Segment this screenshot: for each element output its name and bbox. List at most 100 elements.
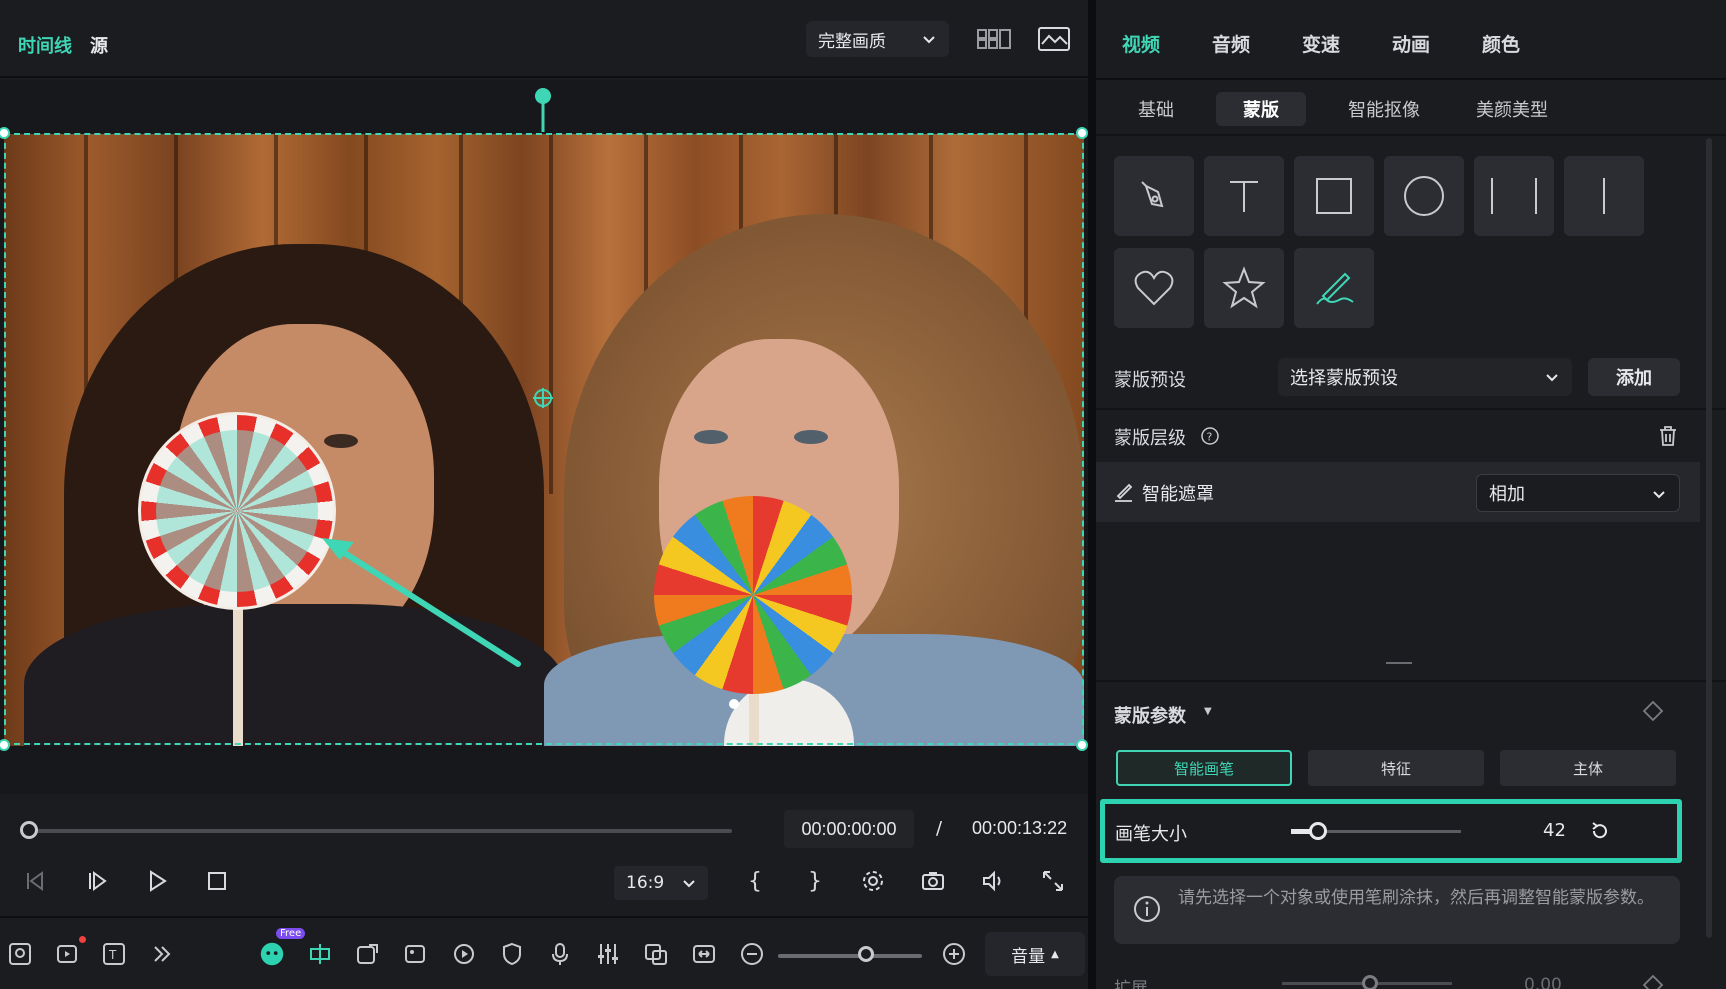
add-preset-button[interactable]: 添加 (1588, 358, 1680, 396)
circle-mask-button[interactable] (1384, 156, 1464, 236)
speaker-icon[interactable] (978, 866, 1008, 896)
settings-icon[interactable] (858, 866, 888, 896)
face-select-icon[interactable] (6, 940, 34, 968)
tab-source[interactable]: 源 (90, 32, 108, 58)
subtab-basic[interactable]: 基础 (1116, 92, 1196, 126)
tab-animation[interactable]: 动画 (1392, 30, 1430, 57)
text-icon (1230, 181, 1258, 212)
replace-clip-icon[interactable] (642, 940, 670, 968)
stop-icon[interactable] (202, 866, 232, 896)
aspect-ratio-dropdown[interactable]: 16:9 (614, 866, 708, 900)
tab-audio[interactable]: 音频 (1212, 30, 1250, 57)
zoom-out-icon[interactable] (738, 940, 766, 968)
trash-icon[interactable] (1656, 424, 1680, 448)
circle-icon (1404, 176, 1444, 216)
mode-feature[interactable]: 特征 (1308, 750, 1484, 786)
audio-sync-icon[interactable] (450, 940, 478, 968)
quality-dropdown[interactable]: 完整画质 (806, 21, 949, 57)
mode-subject[interactable]: 主体 (1500, 750, 1676, 786)
extend-slider-knob[interactable] (1362, 975, 1378, 989)
grid-view-icon[interactable] (976, 24, 1012, 54)
reset-icon[interactable] (1589, 820, 1611, 842)
quality-value: 完整画质 (818, 31, 886, 52)
aspect-ratio-value: 16:9 (626, 873, 665, 893)
mixer-icon[interactable] (594, 940, 622, 968)
step-forward-icon[interactable] (82, 866, 112, 896)
brush-size-knob[interactable] (1309, 822, 1327, 840)
single-line-mask-button[interactable] (1564, 156, 1644, 236)
mask-layer-label: 蒙版层级 (1114, 428, 1186, 449)
image-edit-icon[interactable] (402, 940, 430, 968)
subtab-mask[interactable]: 蒙版 (1216, 92, 1306, 126)
tab-color[interactable]: 颜色 (1482, 30, 1520, 57)
play-icon[interactable] (142, 866, 172, 896)
free-badge: Free (276, 928, 306, 939)
svg-text:T: T (108, 948, 117, 962)
fullscreen-icon[interactable] (1038, 866, 1068, 896)
scrubber-knob[interactable] (20, 821, 38, 839)
playback-scrubber[interactable] (30, 829, 732, 833)
svg-text:?: ? (1207, 431, 1213, 444)
prev-frame-icon[interactable] (20, 866, 50, 896)
export-clip-icon[interactable] (354, 940, 382, 968)
info-icon (1134, 896, 1160, 922)
mode-smart-brush[interactable]: 智能画笔 (1116, 750, 1292, 786)
panel-scrollbar[interactable] (1706, 138, 1712, 938)
chevron-down-icon (923, 36, 935, 44)
text-mask-button[interactable] (1204, 156, 1284, 236)
media-tool-icon[interactable] (54, 936, 86, 968)
text-tool-icon[interactable]: T (100, 940, 128, 968)
more-tools-icon[interactable] (148, 940, 176, 968)
tab-video[interactable]: 视频 (1122, 30, 1160, 57)
mask-preset-dropdown[interactable]: 选择蒙版预设 (1278, 358, 1572, 396)
chevron-down-icon (683, 880, 695, 888)
mark-out-button[interactable]: } (800, 866, 830, 896)
pen-mask-button[interactable] (1114, 156, 1194, 236)
resize-handle[interactable] (1076, 127, 1088, 139)
preview-canvas[interactable] (0, 80, 1088, 794)
double-line-mask-button[interactable] (1474, 156, 1554, 236)
star-mask-button[interactable] (1204, 248, 1284, 328)
keyframe-icon[interactable] (1642, 700, 1664, 722)
resize-handle[interactable] (1076, 739, 1088, 751)
fit-icon[interactable] (690, 940, 718, 968)
heart-icon (1134, 270, 1174, 306)
brush-size-value[interactable]: 42 (1543, 820, 1566, 841)
image-view-icon[interactable] (1036, 24, 1072, 54)
extend-value[interactable]: 0.00 (1524, 975, 1562, 989)
properties-panel: 视频 音频 变速 动画 颜色 基础 蒙版 智能抠像 美颜美型 蒙版预设 选择蒙版… (1096, 0, 1726, 989)
help-icon[interactable]: ? (1200, 426, 1220, 446)
tab-timeline[interactable]: 时间线 (18, 32, 72, 58)
subtab-beauty[interactable]: 美颜美型 (1452, 92, 1572, 126)
rectangle-mask-button[interactable] (1294, 156, 1374, 236)
shield-icon[interactable] (498, 940, 526, 968)
mask-layer-item[interactable]: 智能遮罩 相加 (1096, 462, 1700, 522)
mark-in-button[interactable]: { (740, 866, 770, 896)
smart-brush-mask-button[interactable] (1294, 248, 1374, 328)
caret-down-icon[interactable]: ▼ (1204, 706, 1212, 717)
microphone-icon[interactable] (546, 940, 574, 968)
blend-mode-dropdown[interactable]: 相加 (1476, 474, 1680, 512)
current-timecode[interactable]: 00:00:00:00 (784, 810, 914, 848)
keyframe-icon[interactable] (1642, 974, 1664, 989)
auto-caption-icon[interactable] (306, 940, 334, 968)
heart-mask-button[interactable] (1114, 248, 1194, 328)
mask-bounding-box[interactable] (4, 133, 1084, 745)
extend-label: 扩展 (1114, 979, 1148, 989)
chevron-down-icon (1653, 491, 1665, 499)
mask-layer-name: 智能遮罩 (1142, 484, 1214, 505)
playback-bar: 00:00:00:00 / 00:00:13:22 16:9 { } (0, 794, 1088, 914)
snapshot-icon[interactable] (918, 866, 948, 896)
subtab-smart-cutout[interactable]: 智能抠像 (1324, 92, 1444, 126)
caret-up-icon: ▲ (1051, 948, 1059, 960)
zoom-slider-knob[interactable] (858, 946, 874, 962)
edit-toolbar: T Free 音量 ▲ (0, 916, 1088, 989)
zoom-slider[interactable] (778, 954, 922, 958)
zoom-in-icon[interactable] (940, 940, 968, 968)
resize-grip[interactable] (1386, 662, 1412, 664)
mask-preset-label: 蒙版预设 (1114, 370, 1186, 391)
tab-speed[interactable]: 变速 (1302, 30, 1340, 57)
volume-button[interactable]: 音量 ▲ (985, 932, 1085, 976)
ai-copilot-icon[interactable]: Free (258, 928, 306, 968)
panel-tabs: 视频 音频 变速 动画 颜色 (1096, 0, 1726, 80)
